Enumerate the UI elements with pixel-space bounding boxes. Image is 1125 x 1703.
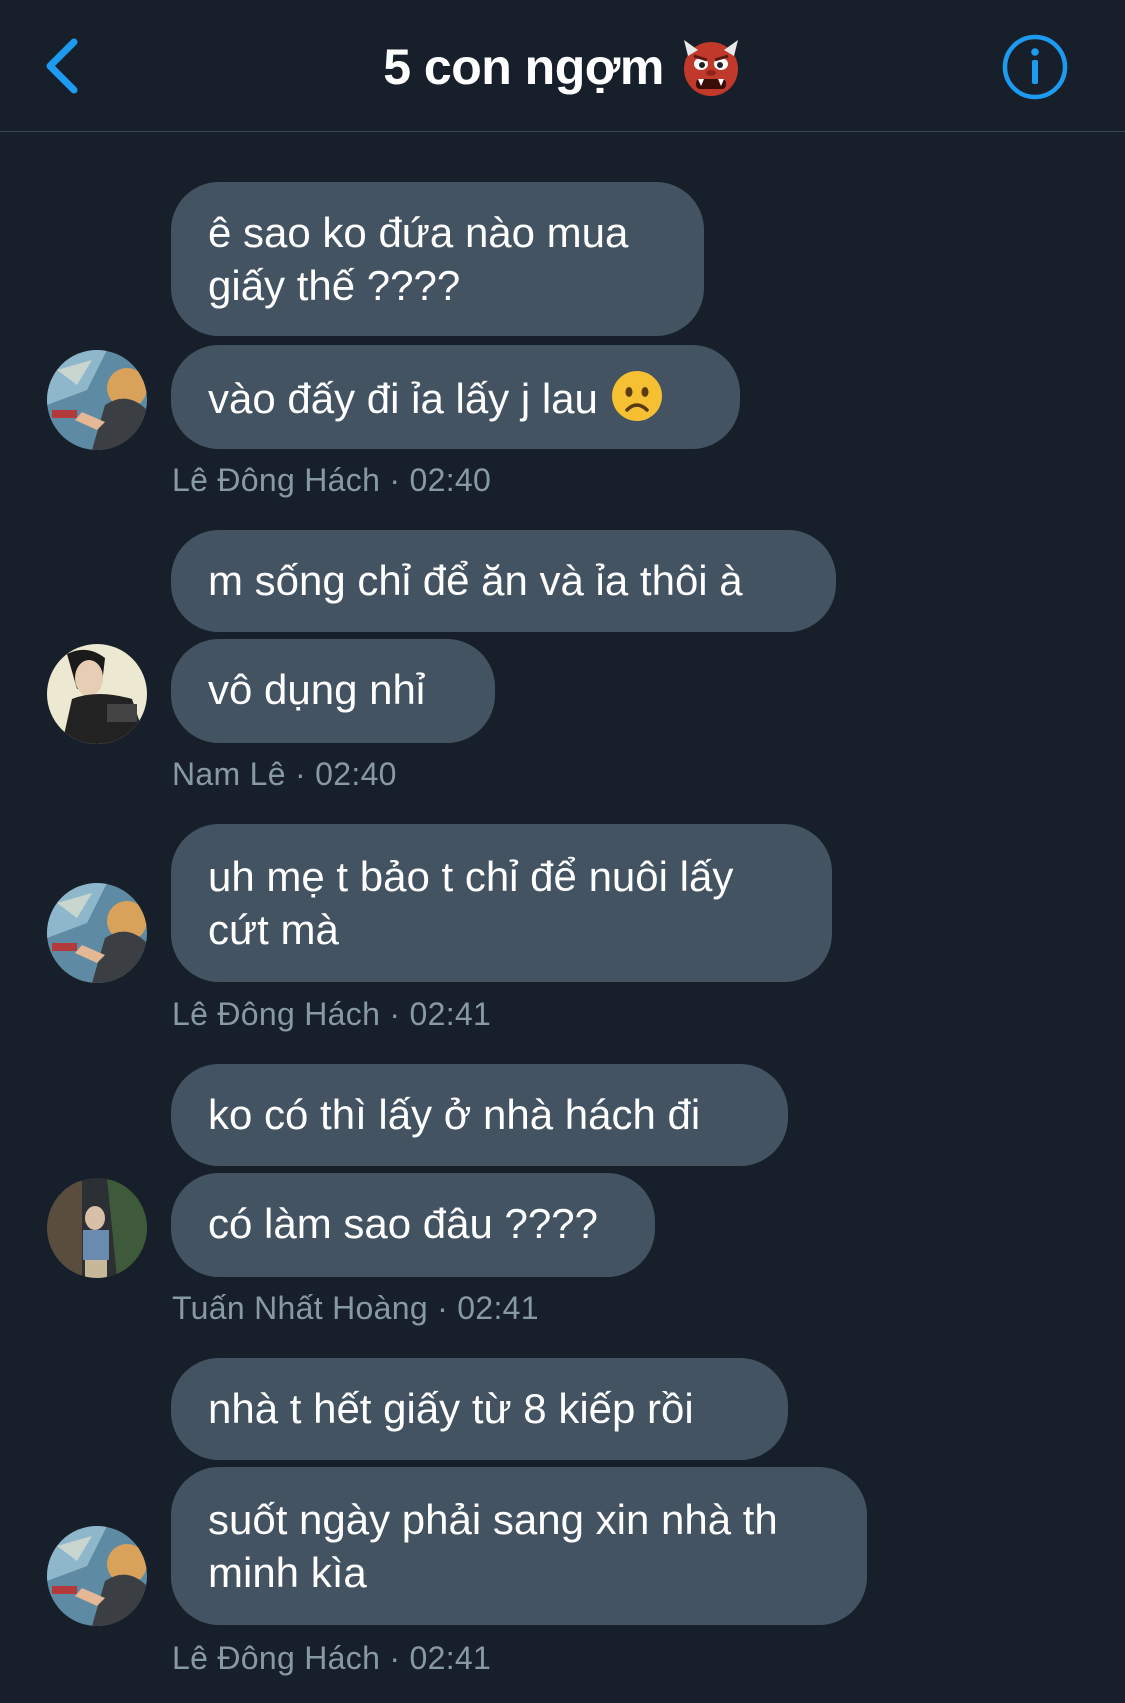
message-text: m sống chỉ để ăn và ỉa thôi à (208, 557, 743, 604)
conversation-info-button[interactable] (1000, 32, 1070, 102)
avatar-hach[interactable] (47, 883, 147, 983)
message-meta: Lê Đông Hách · 02:40 (172, 462, 492, 498)
message-bubble[interactable]: nhà t hết giấy từ 8 kiếp rồi (171, 1358, 788, 1460)
avatar-nam[interactable] (47, 644, 147, 744)
avatar-hach[interactable] (47, 350, 147, 450)
message-bubble[interactable]: uh mẹ t bảo t chỉ để nuôi lấy cứt mà (171, 824, 832, 982)
info-circle-icon (1002, 34, 1068, 100)
avatar-hach[interactable] (47, 1526, 147, 1626)
message-bubble[interactable]: vào đấy đi ỉa lấy j lau (171, 345, 740, 449)
conversation-title: 5 con ngợm (383, 39, 664, 95)
ogre-emoji (683, 40, 738, 96)
avatar-tuan[interactable] (47, 1178, 147, 1278)
chat-header: 5 con ngợm (0, 0, 1125, 132)
message-bubble[interactable]: suốt ngày phải sang xin nhà th minh kìa (171, 1467, 867, 1625)
message-text: nhà t hết giấy từ 8 kiếp rồi (208, 1385, 694, 1432)
frowning-face-emoji (611, 371, 662, 421)
message-meta: Tuấn Nhất Hoàng · 02:41 (172, 1290, 539, 1326)
message-bubble[interactable]: ko có thì lấy ở nhà hách đi (171, 1064, 788, 1166)
message-text: suốt ngày phải sang xin nhà th minh kìa (208, 1496, 778, 1596)
message-bubble[interactable]: vô dụng nhỉ (171, 639, 495, 743)
message-meta: Lê Đông Hách · 02:41 (172, 1640, 492, 1676)
message-text: có làm sao đâu ???? (208, 1200, 598, 1247)
message-bubble[interactable]: ê sao ko đứa nào mua giấy thế ???? (171, 182, 704, 336)
message-meta: Nam Lê · 02:40 (172, 756, 397, 792)
message-bubble[interactable]: có làm sao đâu ???? (171, 1173, 655, 1277)
message-meta: Lê Đông Hách · 02:41 (172, 996, 492, 1032)
message-text: uh mẹ t bảo t chỉ để nuôi lấy cứt mà (208, 853, 734, 953)
conversation-title-area[interactable]: 5 con ngợm (0, 32, 1125, 102)
message-text: vô dụng nhỉ (208, 666, 426, 713)
message-text: vào đấy đi ỉa lấy j lau (208, 375, 598, 422)
message-bubble[interactable]: m sống chỉ để ăn và ỉa thôi à (171, 530, 836, 632)
message-text: ê sao ko đứa nào mua giấy thế ???? (208, 209, 629, 309)
message-text: ko có thì lấy ở nhà hách đi (208, 1091, 701, 1138)
